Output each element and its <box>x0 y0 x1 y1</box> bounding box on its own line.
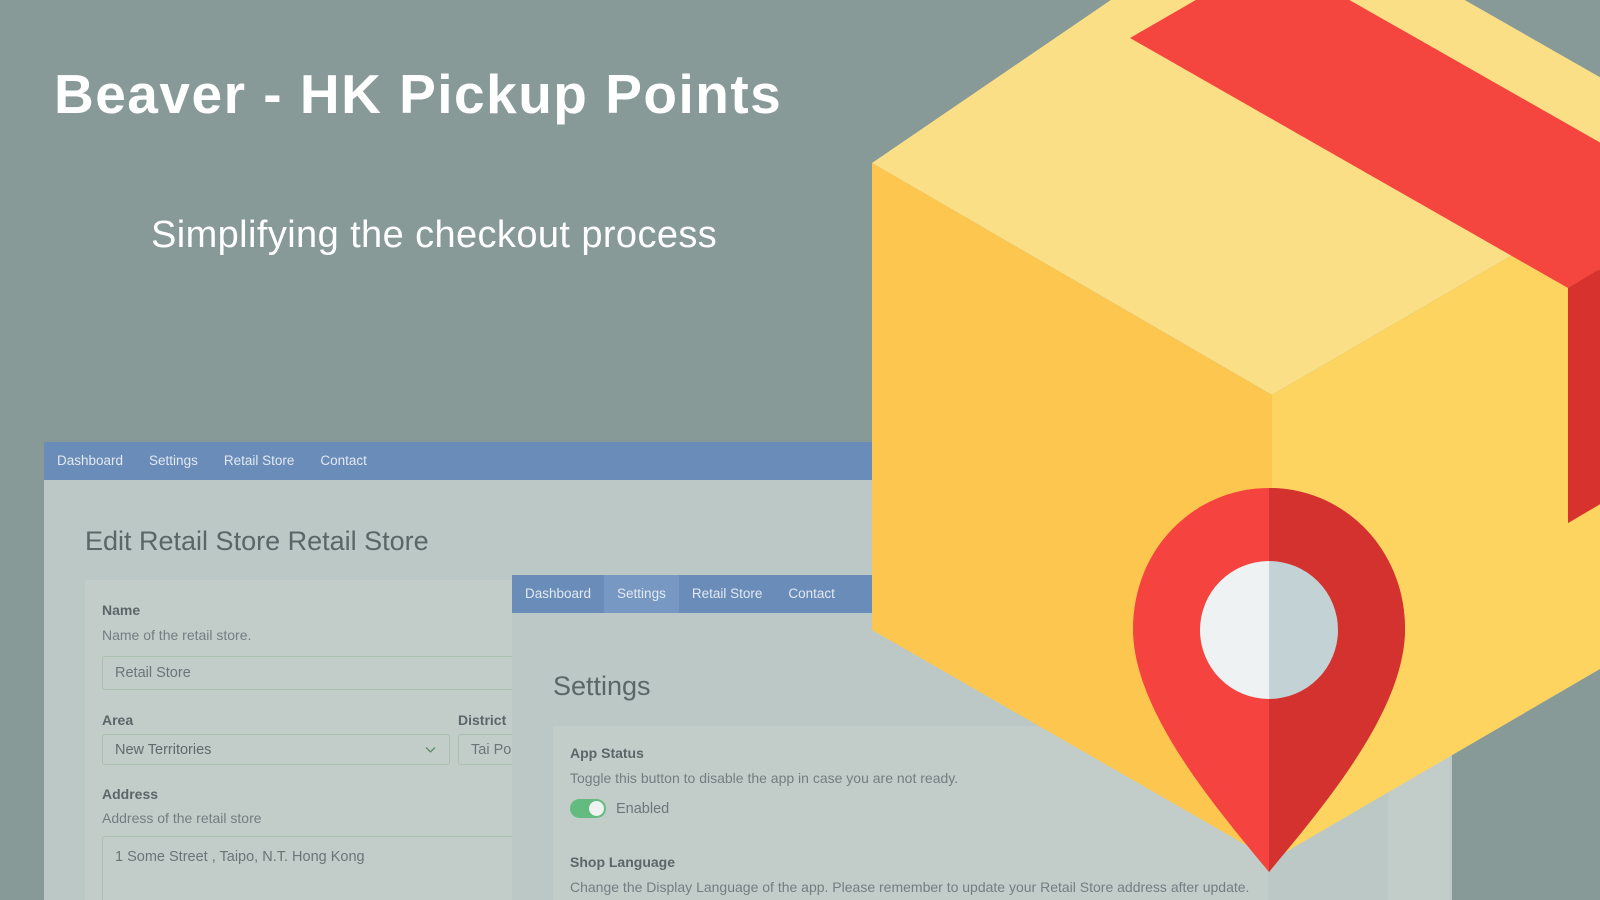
nav-item-contact[interactable]: Contact <box>307 442 380 480</box>
settings-window: Dashboard Settings Retail Store Contact … <box>512 575 1452 900</box>
name-field-help: Name of the retail store. <box>102 627 252 643</box>
nav-item-retail-store[interactable]: Retail Store <box>211 442 308 480</box>
settings-nav-item-settings[interactable]: Settings <box>604 575 679 613</box>
settings-card <box>553 726 1423 900</box>
front-window-navbar: Dashboard Settings Retail Store Contact <box>512 575 1452 613</box>
district-select-value: Tai Po <box>471 741 512 758</box>
page-subtitle: Simplifying the checkout process <box>151 214 718 256</box>
app-status-label: App Status <box>570 745 644 761</box>
district-field-label: District <box>458 712 507 728</box>
area-field-label: Area <box>102 712 134 728</box>
settings-heading: Settings <box>553 671 651 701</box>
settings-nav-item-contact[interactable]: Contact <box>775 575 848 613</box>
shop-language-label: Shop Language <box>570 854 675 870</box>
app-status-toggle[interactable] <box>570 799 606 818</box>
page-title: Beaver - HK Pickup Points <box>54 63 783 125</box>
address-field-help: Address of the retail store <box>102 810 262 826</box>
name-field-label: Name <box>102 602 141 618</box>
nav-item-settings[interactable]: Settings <box>136 442 211 480</box>
address-textarea-value: 1 Some Street , Taipo, N.T. Hong Kong <box>115 849 365 865</box>
toggle-knob <box>589 801 604 816</box>
app-status-toggle-row[interactable]: Enabled <box>570 799 669 818</box>
settings-nav-item-dashboard[interactable]: Dashboard <box>512 575 604 613</box>
edit-retail-store-heading: Edit Retail Store Retail Store <box>85 526 429 556</box>
nav-item-dashboard[interactable]: Dashboard <box>44 442 136 480</box>
app-status-help: Toggle this button to disable the app in… <box>570 770 959 786</box>
slide-canvas: Beaver - HK Pickup Points Simplifying th… <box>0 0 1600 900</box>
area-select[interactable]: New Territories <box>102 734 450 765</box>
address-field-label: Address <box>102 786 159 802</box>
chevron-down-icon <box>424 743 437 756</box>
app-status-toggle-label: Enabled <box>616 800 670 817</box>
front-window-body: Settings App Status Toggle this button t… <box>512 613 1452 900</box>
back-window-navbar: Dashboard Settings Retail Store Contact <box>44 442 1044 480</box>
settings-nav-item-retail-store[interactable]: Retail Store <box>679 575 776 613</box>
name-input-value: Retail Store <box>115 665 191 681</box>
shop-language-help: Change the Display Language of the app. … <box>570 879 1250 895</box>
area-select-value: New Territories <box>115 741 212 758</box>
